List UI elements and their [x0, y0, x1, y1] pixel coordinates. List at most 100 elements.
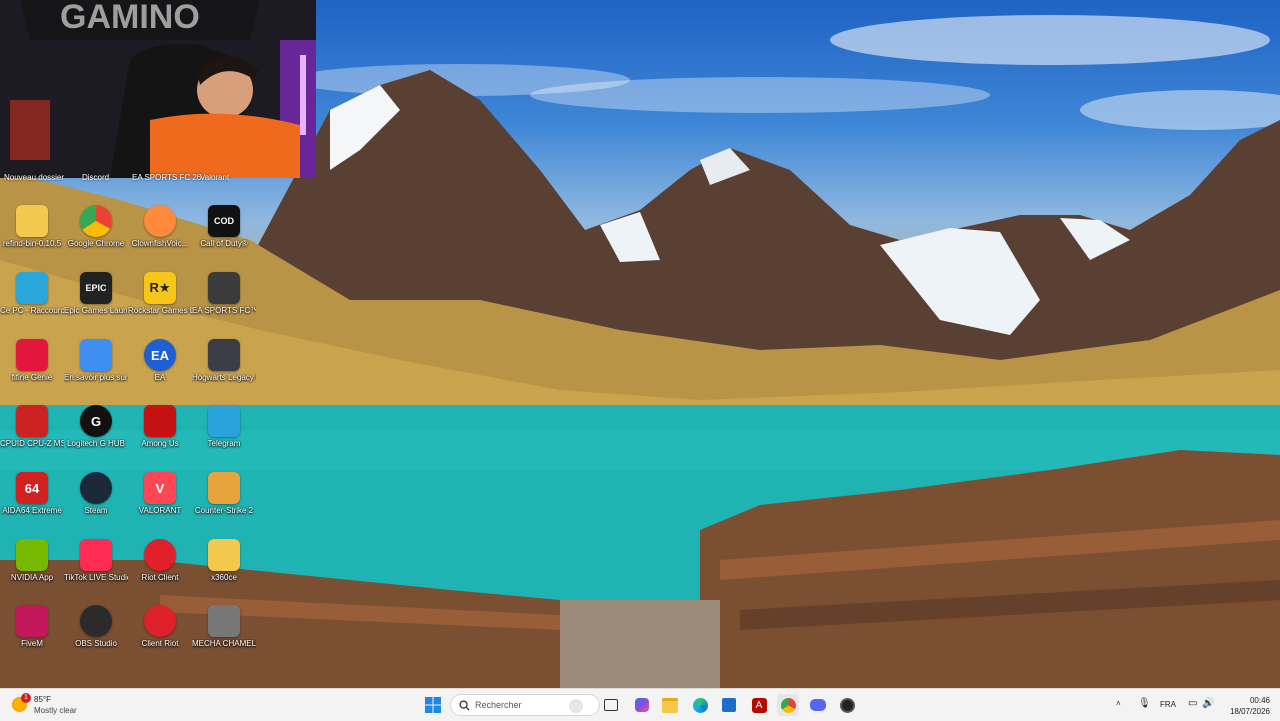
search-box[interactable]: Rechercher	[450, 694, 600, 716]
desktop-icon-label[interactable]: Discord	[82, 173, 109, 182]
desktop-icon-label: Steam	[84, 506, 108, 515]
desktop-icon[interactable]: Riot Client	[128, 539, 192, 583]
picture-icon	[80, 339, 112, 371]
desktop-icon-label: OBS Studio	[75, 639, 117, 648]
input-language[interactable]: FRA	[1160, 700, 1176, 709]
desktop-icon-label: CPUID CPU-Z MSI	[0, 439, 64, 448]
svg-text:GAMINO: GAMINO	[60, 0, 200, 36]
notification-badge: 1	[21, 693, 31, 703]
desktop-icon[interactable]: EA SPORTS FC™ 26 SHOWCASE	[192, 272, 256, 316]
nvidia-icon	[16, 539, 48, 571]
desktop-icon-label: NVIDIA App	[10, 573, 54, 582]
aida64-icon: 64	[16, 472, 48, 504]
copilot-icon	[635, 698, 649, 712]
desktop-icon[interactable]: MECHA CHAMELEON	[192, 605, 256, 649]
rockstar-icon: R★	[144, 272, 176, 304]
taskbar: 1 85°F Mostly clear Rechercher A ˄ 🎙 FRA…	[0, 688, 1280, 721]
hogwarts-icon	[208, 339, 240, 371]
desktop-icon[interactable]: FiveM	[0, 605, 64, 649]
desktop-icon[interactable]: ClownfishVoic...	[128, 205, 192, 249]
valorant-icon: V	[144, 472, 176, 504]
among-us-icon	[144, 405, 176, 437]
folder-icon	[208, 539, 240, 571]
desktop-icon-label[interactable]: EA SPORTS FC 26	[132, 173, 201, 182]
desktop-icon-label[interactable]: Valorant	[200, 173, 229, 182]
folder-icon	[16, 205, 48, 237]
monitor-icon	[16, 272, 48, 304]
volume-icon[interactable]: 🔊	[1202, 698, 1214, 709]
desktop-icon[interactable]: En savoir plus sur cette image	[64, 339, 128, 383]
desktop-icon[interactable]: 64 AIDA64 Extreme	[0, 472, 64, 516]
desktop-icon-label[interactable]: Nouveau dossier	[4, 173, 64, 182]
store-icon	[722, 698, 736, 712]
desktop-icon[interactable]: EPIC Epic Games Launcher	[64, 272, 128, 316]
desktop-icon-label: Call of Duty®	[200, 239, 248, 248]
desktop-icon[interactable]: NVIDIA App	[0, 539, 64, 583]
desktop-icon[interactable]: Ce PC - Raccourci	[0, 272, 64, 316]
desktop-icon-label: Logitech G HUB	[67, 439, 125, 448]
obs-icon	[839, 697, 855, 713]
desktop-icon-label: Telegram	[207, 439, 241, 448]
desktop-icon[interactable]: Steam	[64, 472, 128, 516]
obs-icon	[80, 605, 112, 637]
show-hidden-icons-chevron-up-icon[interactable]: ˄	[1116, 699, 1121, 708]
edge-button[interactable]	[689, 694, 711, 716]
desktop-icon-label: En savoir plus sur cette image	[64, 373, 128, 382]
desktop-icon[interactable]: TikTok LIVE Studio	[64, 539, 128, 583]
desktop-icon[interactable]: fifine Genie	[0, 339, 64, 383]
counter-strike-icon	[208, 472, 240, 504]
desktop-icon[interactable]: Google Chrome	[64, 205, 128, 249]
weather-widget[interactable]: 1 85°F Mostly clear	[12, 693, 102, 717]
edge-icon	[692, 697, 708, 713]
desktop-icon-label: Ce PC - Raccourci	[0, 306, 64, 315]
task-view-button[interactable]	[600, 694, 622, 716]
desktop-icon-label: Client Riot	[141, 639, 179, 648]
desktop-icon-label: ClownfishVoic...	[131, 239, 189, 248]
game-icon	[208, 605, 240, 637]
copilot-button[interactable]	[631, 694, 653, 716]
network-icon[interactable]: ▭	[1188, 698, 1197, 709]
desktop-icon[interactable]: Client Riot	[128, 605, 192, 649]
acrobat-button[interactable]: A	[748, 694, 770, 716]
clock[interactable]: 00:46 18/07/2026	[1226, 695, 1270, 717]
desktop-icon-label: fifine Genie	[11, 373, 53, 382]
microphone-icon[interactable]: 🎙	[1138, 698, 1151, 709]
desktop-icon[interactable]: OBS Studio	[64, 605, 128, 649]
riot-icon	[144, 605, 176, 637]
file-explorer-button[interactable]	[659, 694, 681, 716]
desktop-icon-label: VALORANT	[138, 506, 182, 515]
desktop-icon[interactable]: Counter-Strike 2	[192, 472, 256, 516]
chrome-button[interactable]	[777, 694, 799, 716]
desktop-icon-label: refind-bin-0.10.5	[2, 239, 62, 248]
desktop-icon-label: x360ce	[211, 573, 237, 582]
desktop-icon-label: TikTok LIVE Studio	[64, 573, 128, 582]
folder-icon	[662, 697, 678, 713]
fifine-icon	[16, 339, 48, 371]
desktop-icon[interactable]: G Logitech G HUB	[64, 405, 128, 449]
steam-icon	[80, 472, 112, 504]
start-button[interactable]	[422, 694, 444, 716]
desktop-icon-label: MECHA CHAMELEON	[192, 639, 256, 648]
desktop-icon-label: Among Us	[141, 439, 179, 448]
desktop-icon[interactable]: Hogwarts Legacy L'Héritage de P...	[192, 339, 256, 383]
desktop-icon-label: Hogwarts Legacy L'Héritage de P...	[192, 373, 256, 382]
obs-button[interactable]	[836, 694, 858, 716]
clock-date: 18/07/2026	[1229, 707, 1270, 716]
desktop-icon[interactable]: V VALORANT	[128, 472, 192, 516]
desktop-icon[interactable]: CPUID CPU-Z MSI	[0, 405, 64, 449]
desktop-icon[interactable]: COD Call of Duty®	[192, 205, 256, 249]
desktop-icon[interactable]: Among Us	[128, 405, 192, 449]
desktop-icon-label: FiveM	[21, 639, 43, 648]
logitech-icon: G	[80, 405, 112, 437]
ea-fc-icon	[208, 272, 240, 304]
desktop-icon[interactable]: x360ce	[192, 539, 256, 583]
discord-button[interactable]	[807, 694, 829, 716]
desktop-icon[interactable]: EA EA	[128, 339, 192, 383]
desktop-icon[interactable]: R★ Rockstar Games Launcher	[128, 272, 192, 316]
desktop-icon[interactable]: refind-bin-0.10.5	[0, 205, 64, 249]
cpuz-icon	[16, 405, 48, 437]
desktop-icon[interactable]: Telegram	[192, 405, 256, 449]
store-button[interactable]	[718, 694, 740, 716]
desktop-icon-label: Counter-Strike 2	[194, 506, 254, 515]
call-of-duty-icon: COD	[208, 205, 240, 237]
